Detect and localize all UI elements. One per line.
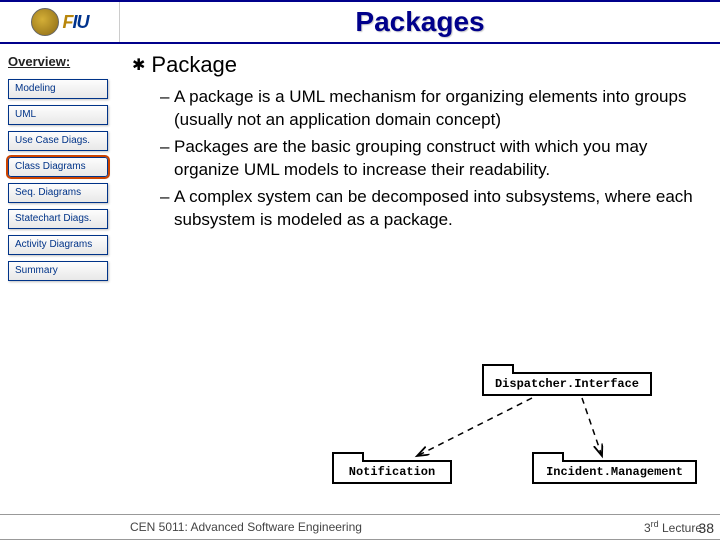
content-heading: ✱ Package: [132, 52, 696, 78]
bullet-item: A package is a UML mechanism for organiz…: [160, 86, 696, 132]
logo-area: FIU: [0, 2, 120, 42]
nav-seq-diagrams[interactable]: Seq. Diagrams: [8, 183, 108, 203]
nav-summary[interactable]: Summary: [8, 261, 108, 281]
package-dispatcher: Dispatcher.Interface: [482, 372, 652, 396]
bullet-item: Packages are the basic grouping construc…: [160, 136, 696, 182]
nav-statechart[interactable]: Statechart Diags.: [8, 209, 108, 229]
sidebar: Overview: Modeling UML Use Case Diags. C…: [0, 44, 122, 514]
bullet-icon: ✱: [132, 57, 145, 74]
nav-uml[interactable]: UML: [8, 105, 108, 125]
page-number: 38: [698, 520, 714, 536]
package-diagram: Dispatcher.Interface Notification Incide…: [182, 368, 710, 508]
body-area: Overview: Modeling UML Use Case Diags. C…: [0, 44, 720, 514]
package-incident: Incident.Management: [532, 460, 697, 484]
course-label: CEN 5011: Advanced Software Engineering: [130, 520, 362, 534]
slide-title: Packages: [120, 6, 720, 38]
header-bar: FIU Packages: [0, 0, 720, 44]
sidebar-title: Overview:: [8, 54, 114, 69]
nav-activity[interactable]: Activity Diagrams: [8, 235, 108, 255]
university-seal-icon: [31, 8, 59, 36]
bullet-list: A package is a UML mechanism for organiz…: [132, 86, 696, 232]
package-notification: Notification: [332, 460, 452, 484]
logo-text: FIU: [63, 12, 89, 33]
nav-use-case[interactable]: Use Case Diags.: [8, 131, 108, 151]
lecture-label: 3rd Lecture: [644, 519, 702, 535]
bullet-item: A complex system can be decomposed into …: [160, 186, 696, 232]
footer-bar: CEN 5011: Advanced Software Engineering …: [0, 514, 720, 540]
nav-class-diagrams[interactable]: Class Diagrams: [8, 157, 108, 177]
heading-text: Package: [151, 52, 237, 77]
content-area: ✱ Package A package is a UML mechanism fo…: [122, 44, 720, 514]
nav-modeling[interactable]: Modeling: [8, 79, 108, 99]
